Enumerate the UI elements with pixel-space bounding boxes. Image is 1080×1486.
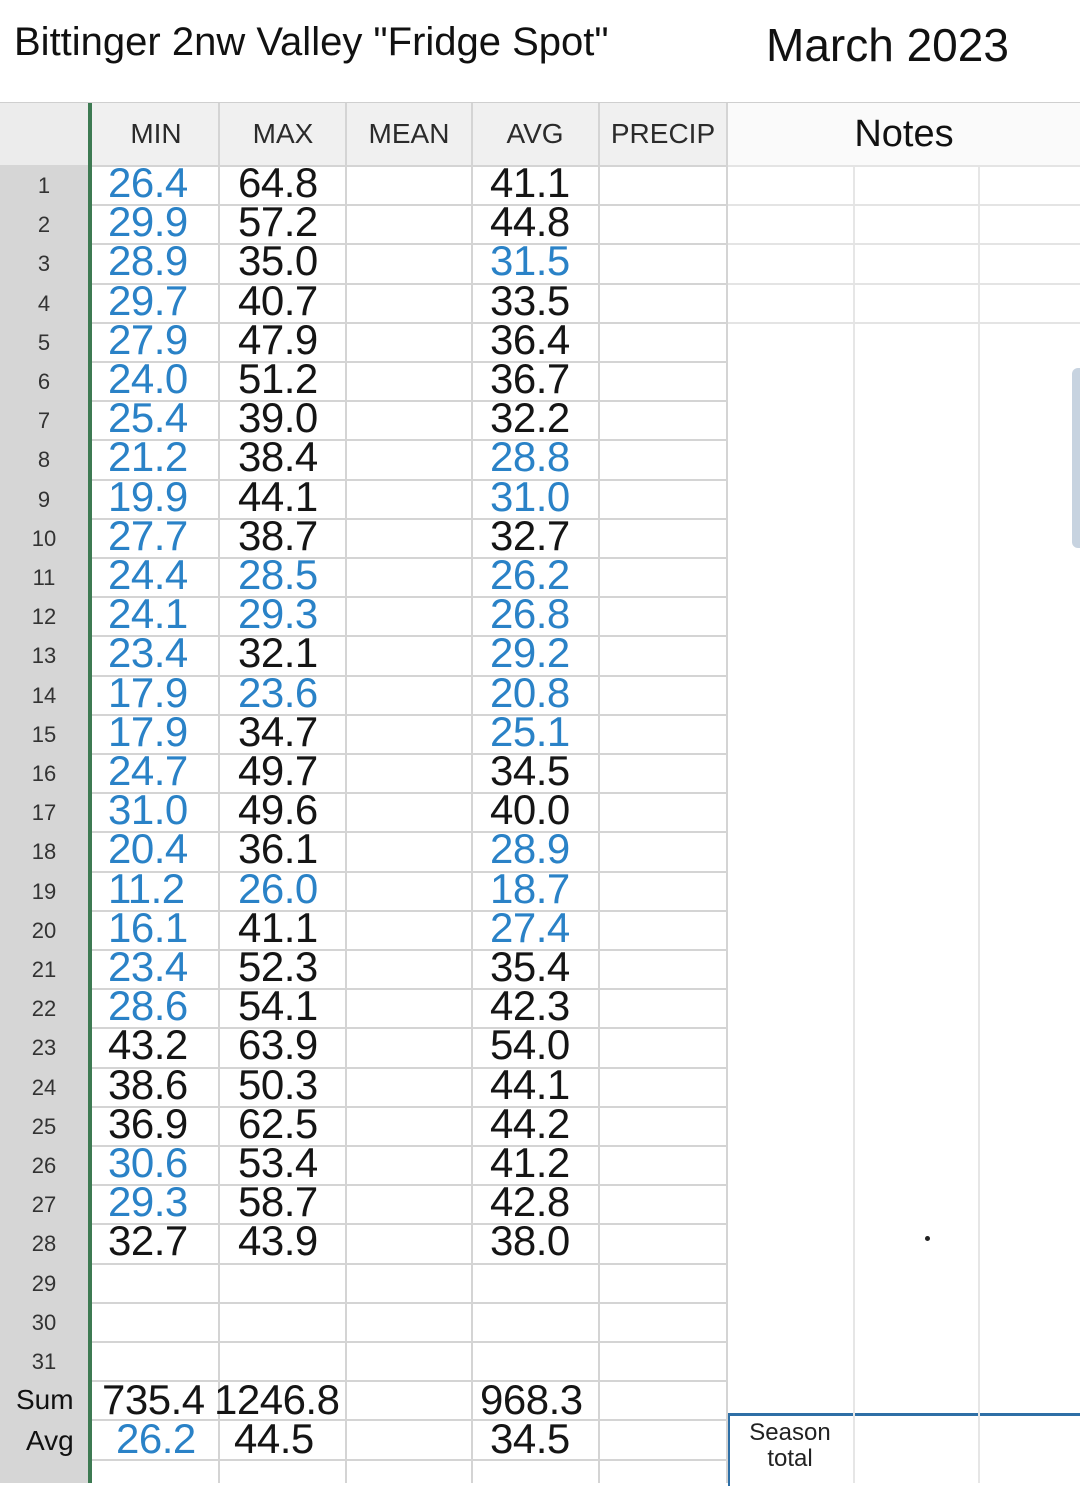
row-number[interactable]: 3	[0, 251, 88, 277]
stray-dot-mark	[925, 1236, 930, 1241]
row-number[interactable]: 6	[0, 369, 88, 395]
row-number[interactable]: 26	[0, 1153, 88, 1179]
row-number[interactable]: 11	[0, 565, 88, 591]
row-number[interactable]: 19	[0, 879, 88, 905]
column-header-mean[interactable]: MEAN	[346, 103, 472, 165]
summary-avg-max[interactable]: 44.5	[234, 1415, 314, 1463]
row-gridline	[728, 322, 1080, 324]
row-number[interactable]: 29	[0, 1271, 88, 1297]
row-number[interactable]: 25	[0, 1114, 88, 1140]
summary-avg-min[interactable]: 26.2	[116, 1415, 196, 1463]
row-number[interactable]: 30	[0, 1310, 88, 1336]
month-title: March 2023	[766, 19, 1009, 71]
season-total-cell[interactable]: Season total	[728, 1413, 1080, 1486]
scroll-handle[interactable]	[1072, 368, 1080, 548]
column-header-min[interactable]: MIN	[92, 103, 220, 165]
row-number[interactable]: 9	[0, 487, 88, 513]
column-header-precip[interactable]: PRECIP	[598, 103, 728, 165]
row-gridline	[92, 1302, 728, 1304]
column-header-avg[interactable]: AVG	[472, 103, 598, 165]
row-label-avg[interactable]: Avg	[26, 1425, 94, 1457]
column-gridline	[853, 165, 855, 1483]
column-header-notes[interactable]: Notes	[728, 103, 1080, 165]
row-number[interactable]: 20	[0, 918, 88, 944]
row-number[interactable]: 7	[0, 408, 88, 434]
row-gridline	[728, 243, 1080, 245]
title-bar: Bittinger 2nw Valley "Fridge Spot" March…	[0, 0, 1080, 100]
season-label-line1: Season	[749, 1419, 831, 1446]
row-number[interactable]: 17	[0, 800, 88, 826]
row-number[interactable]: 4	[0, 291, 88, 317]
spreadsheet-grid[interactable]: MIN MAX MEAN AVG PRECIP Notes Season tot…	[0, 102, 1080, 1486]
row-number[interactable]: 31	[0, 1349, 88, 1375]
row-number[interactable]: 12	[0, 604, 88, 630]
column-header-max[interactable]: MAX	[220, 103, 346, 165]
row-number[interactable]: 23	[0, 1035, 88, 1061]
row-number[interactable]: 28	[0, 1231, 88, 1257]
row-number[interactable]: 8	[0, 447, 88, 473]
select-all-corner[interactable]	[0, 103, 88, 165]
row-number[interactable]: 22	[0, 996, 88, 1022]
season-label-line2: total	[767, 1445, 813, 1472]
row-gridline	[728, 165, 1080, 167]
cell-max[interactable]: 43.9	[238, 1217, 318, 1265]
row-gridline	[728, 204, 1080, 206]
row-number[interactable]: 13	[0, 643, 88, 669]
row-number[interactable]: 15	[0, 722, 88, 748]
row-number[interactable]: 2	[0, 212, 88, 238]
row-number[interactable]: 21	[0, 957, 88, 983]
cell-min[interactable]: 32.7	[108, 1217, 188, 1265]
row-number[interactable]: 16	[0, 761, 88, 787]
row-label-sum[interactable]: Sum	[16, 1384, 84, 1416]
row-number[interactable]: 1	[0, 173, 88, 199]
row-number[interactable]: 10	[0, 526, 88, 552]
cell-avg[interactable]: 38.0	[490, 1217, 570, 1265]
row-gridline	[728, 283, 1080, 285]
summary-avg-avg[interactable]: 34.5	[490, 1415, 570, 1463]
row-gridline	[92, 1341, 728, 1343]
page-title: Bittinger 2nw Valley "Fridge Spot"	[14, 20, 609, 64]
column-gridline	[978, 165, 980, 1483]
season-total-label: Season total	[740, 1420, 840, 1472]
row-number[interactable]: 14	[0, 683, 88, 709]
row-number[interactable]: 24	[0, 1075, 88, 1101]
row-number[interactable]: 27	[0, 1192, 88, 1218]
row-number[interactable]: 18	[0, 839, 88, 865]
row-number[interactable]: 5	[0, 330, 88, 356]
